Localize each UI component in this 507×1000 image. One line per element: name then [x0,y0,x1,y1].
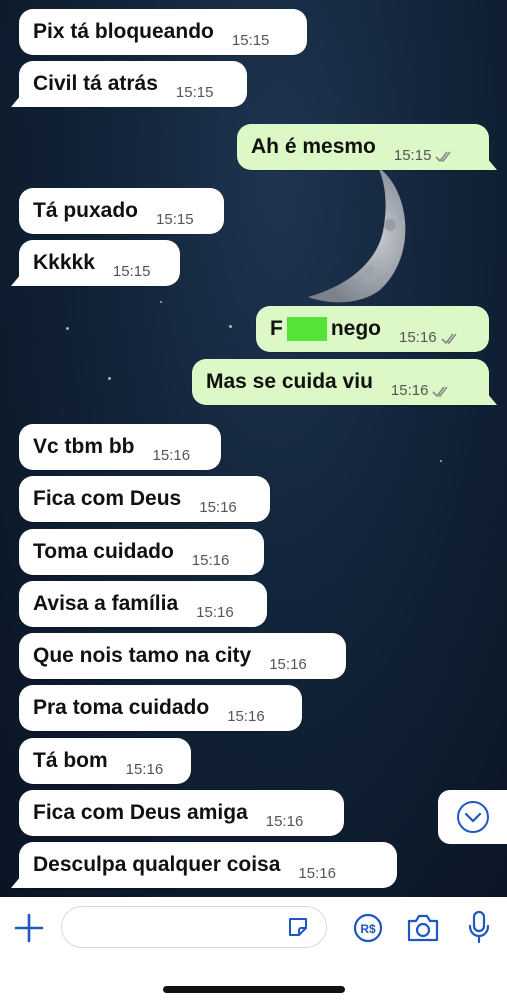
sticker-icon[interactable] [286,915,310,939]
chevron-down-circle-icon [456,801,489,833]
message-bubble-incoming[interactable]: Pra toma cuidado 15:16 [19,685,302,731]
crescent-moon-image [308,167,406,303]
message-text: Fnego [270,316,381,342]
message-bubble-incoming[interactable]: Fica com Deus amiga 15:16 [19,790,344,836]
message-text: Toma cuidado [33,540,174,563]
message-time: 15:15 [231,32,270,49]
message-time: 15:16 [391,382,453,405]
message-time: 15:16 [265,813,304,830]
microphone-icon[interactable] [468,910,490,944]
message-time: 15:16 [125,761,164,778]
message-bubble-outgoing[interactable]: Ah é mesmo 15:15 [237,124,497,170]
message-text: Pix tá bloqueando [33,20,214,43]
message-bubble-incoming[interactable]: Toma cuidado 15:16 [19,529,264,575]
message-text: Desculpa qualquer coisa [33,853,281,876]
scroll-to-bottom-button[interactable] [438,790,507,844]
message-bubble-incoming[interactable]: Avisa a família 15:16 [19,581,267,627]
message-time: 15:16 [196,604,234,621]
star [108,377,111,380]
message-bubble-incoming[interactable]: Pix tá bloqueando 15:15 [19,9,307,55]
message-time: 15:16 [269,656,307,673]
message-time: 15:16 [199,499,237,516]
star [66,327,69,330]
censored-block [286,317,327,342]
camera-icon[interactable] [406,912,440,944]
message-text: Fica com Deus [33,487,182,510]
message-bubble-incoming[interactable]: Tá bom 15:16 [19,738,191,784]
message-time: 15:16 [298,865,336,882]
message-text: Kkkkk [33,251,95,274]
message-text: Pra toma cuidado [33,696,210,719]
plus-icon[interactable] [13,912,45,944]
star [160,301,162,303]
message-text: Tá bom [33,749,108,772]
message-bubble-outgoing[interactable]: Mas se cuida viu 15:16 [192,359,497,405]
message-time: 15:16 [399,329,461,352]
message-text: Civil tá atrás [33,72,158,95]
message-bubble-outgoing[interactable]: Fnego 15:16 [256,306,489,352]
message-time: 15:16 [152,447,191,464]
message-time: 15:16 [227,708,265,725]
message-bubble-incoming[interactable]: Fica com Deus 15:16 [19,476,270,522]
message-bubble-incoming[interactable]: Tá puxado 15:15 [19,188,224,234]
message-time: 15:15 [394,147,456,170]
home-indicator [163,986,345,993]
message-text: Que nois tamo na city [33,644,252,667]
message-bubble-incoming[interactable]: Kkkkk 15:15 [11,240,180,286]
read-ticks-icon [440,333,457,345]
message-time: 15:15 [156,211,194,228]
chat-area[interactable]: Pix tá bloqueando 15:15 Civil tá atrás 1… [0,0,507,897]
message-text: Ah é mesmo [251,135,376,158]
star [229,325,232,328]
message-time: 15:15 [175,84,214,101]
message-bubble-incoming[interactable]: Vc tbm bb 15:16 [19,424,221,470]
message-text: Fica com Deus amiga [33,801,248,824]
message-text: Vc tbm bb [33,435,135,458]
message-text: Tá puxado [33,199,139,222]
svg-text:R$: R$ [360,922,376,936]
pix-payment-icon[interactable]: R$ [353,913,383,943]
message-bubble-incoming[interactable]: Desculpa qualquer coisa 15:16 [11,842,397,888]
message-bubble-incoming[interactable]: Que nois tamo na city 15:16 [19,633,346,679]
message-bubble-incoming[interactable]: Civil tá atrás 15:15 [11,61,247,107]
message-text: Mas se cuida viu [206,370,373,393]
star [440,460,442,462]
read-ticks-icon [435,151,452,163]
read-ticks-icon [432,386,449,398]
message-text: Avisa a família [33,592,179,615]
message-time: 15:15 [112,263,151,280]
message-time: 15:16 [191,552,230,569]
